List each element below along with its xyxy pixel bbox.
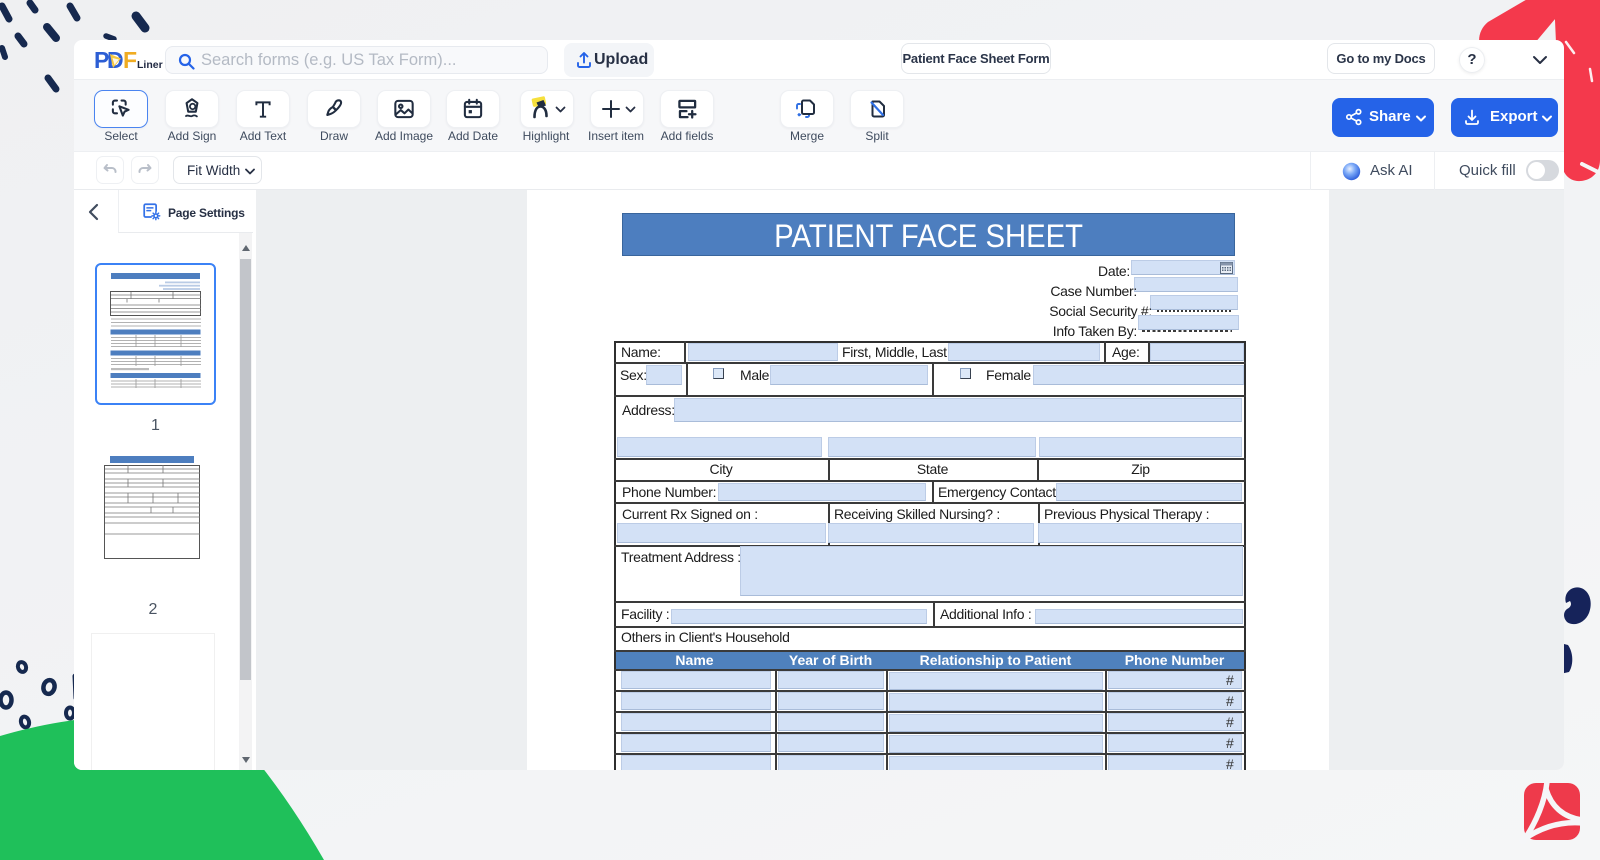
svg-text:Liner: Liner (137, 59, 163, 71)
svg-text:F: F (123, 49, 137, 73)
